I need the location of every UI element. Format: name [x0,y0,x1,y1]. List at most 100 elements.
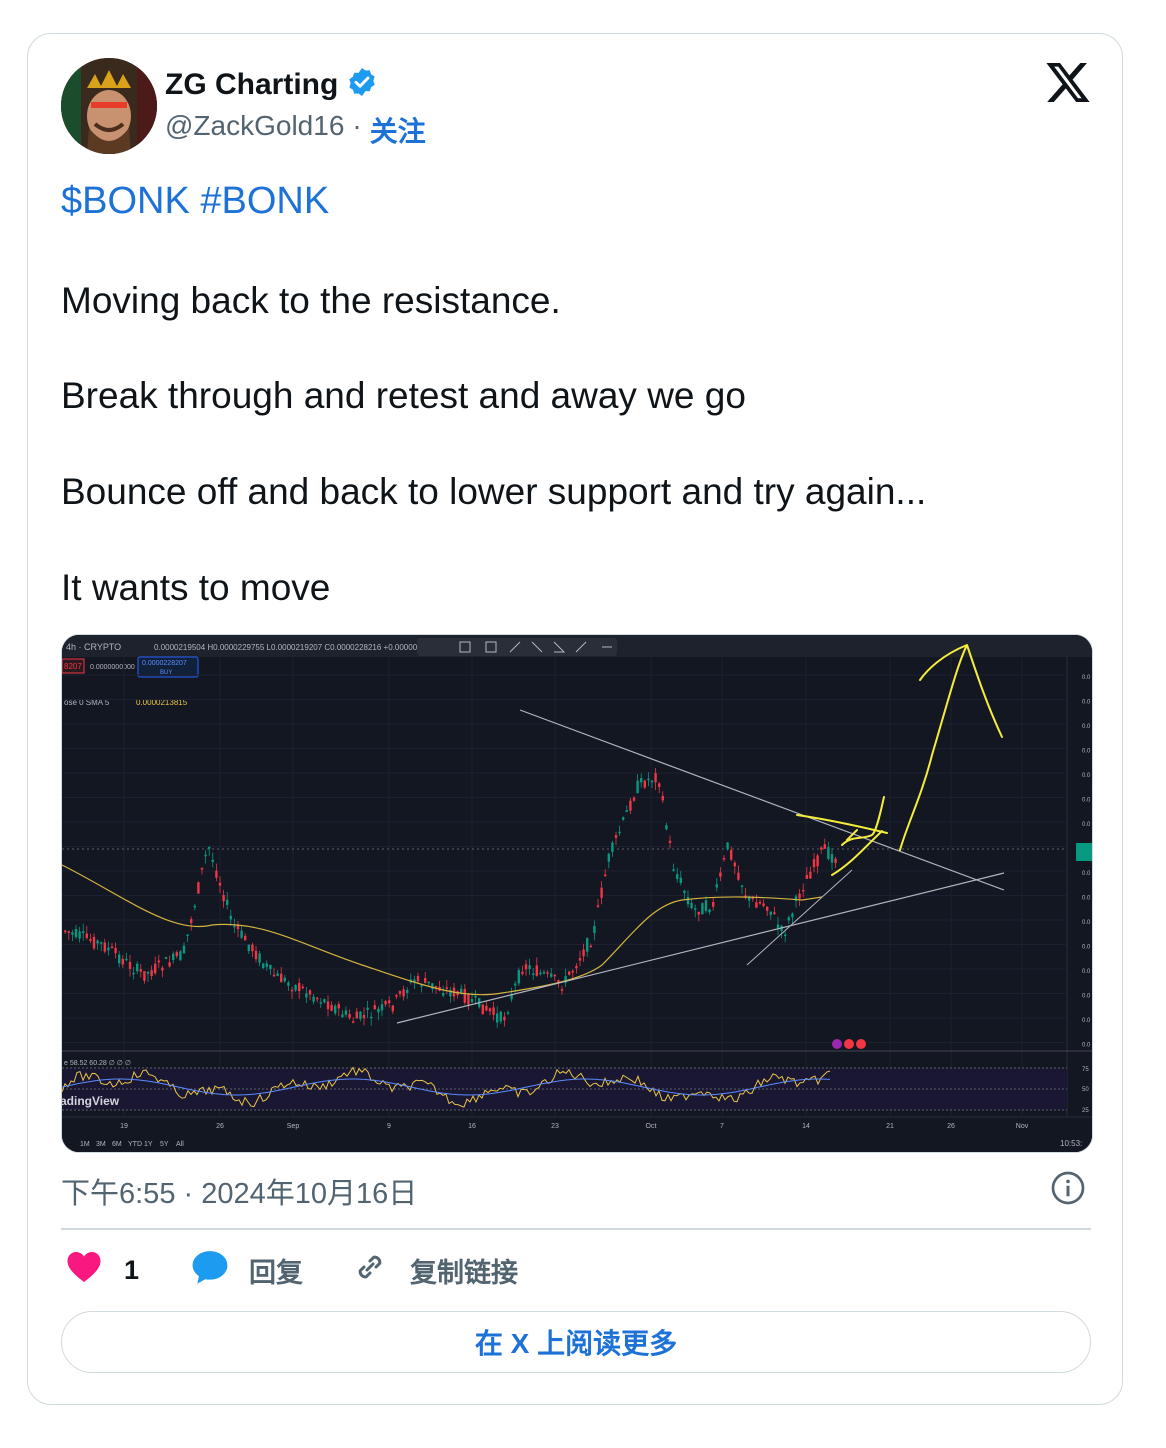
timeframe-button[interactable]: 3M [96,1141,106,1148]
candle-body [622,817,625,820]
candle-body [294,984,297,991]
candle-body [654,773,657,783]
candle-body [240,930,243,938]
cashtag-hashtag-links[interactable]: $BONK #BONK [61,180,329,223]
candle-body [85,933,88,939]
candle-body [398,991,402,995]
candle-body [528,965,531,970]
candle-body [697,911,700,915]
candle-body [139,969,142,972]
candle-body [593,925,596,934]
follow-button[interactable]: 关注 [370,110,426,150]
candle-body [146,971,150,974]
copy-link-button[interactable]: 复制链接 [352,1248,518,1292]
timeframe-button[interactable]: 1M [80,1141,90,1148]
candle-body [305,993,308,998]
timeframe-button[interactable]: 5Y [160,1141,169,1148]
x-logo-icon[interactable] [1044,58,1092,106]
candle-body [568,971,571,975]
candle-body [614,835,618,838]
sell-price[interactable]: 8207 [64,662,82,671]
current-price-tag [1076,843,1092,861]
like-button[interactable]: 1 [66,1248,139,1292]
candle-body [629,800,632,811]
price-axis-tick: 0.0 [1082,969,1091,975]
candle-body [427,981,430,984]
price-axis-tick: 0.0 [1082,994,1091,1000]
candle-body [805,874,808,879]
candle-body [359,1011,362,1019]
rsi-axis-tick: 25 [1082,1108,1089,1114]
candle-body [834,858,837,864]
price-axis-tick: 0.0 [1082,1043,1091,1049]
candle-body [643,780,646,788]
read-more-on-x-button[interactable]: 在 X 上阅读更多 [61,1311,1091,1373]
candle-body [118,954,121,964]
tweet-timestamp[interactable]: 下午6:55 · 2024年10月16日 [61,1170,417,1212]
candle-body [679,877,682,884]
candle-body [179,951,182,961]
author-name[interactable]: ZG Charting [165,68,338,102]
author-name-row[interactable]: ZG Charting [165,66,378,103]
time-axis-tick: 23 [551,1123,559,1130]
candle-body [384,1001,387,1005]
candle-body [445,987,448,989]
chart-screenshot[interactable]: 4h · CRYPTO 0.0000219504 H0.0000229755 L… [61,634,1093,1153]
info-icon[interactable] [1050,1170,1086,1206]
candle-body [492,1007,495,1015]
drawing-toolbar[interactable] [417,638,617,656]
candle-body [640,778,643,783]
candle-body [632,797,636,801]
candle-body [589,945,592,948]
candle-body [474,995,477,998]
candle-body [701,903,704,915]
candle-body [722,858,726,860]
spread-value: 0.0000000000 [90,664,135,671]
candle-body [607,853,610,862]
candle-body [272,974,276,977]
candle-body [280,973,283,983]
candle-body [395,995,398,997]
chart-symbol-label: 4h · CRYPTO [66,642,121,652]
candle-body [636,780,639,794]
candle-body [668,840,672,843]
author-handle[interactable]: @ZackGold16 [165,110,344,150]
candle-body [402,989,405,997]
time-axis-tick: 16 [468,1123,476,1130]
divider [61,1228,1091,1230]
candle-body [596,905,600,907]
candle-body [650,780,654,783]
candle-body [488,1008,492,1012]
timeframe-button[interactable]: All [176,1141,184,1148]
candle-body [442,993,445,996]
candle-body [686,896,690,905]
candle-body [319,1002,322,1004]
candle-body [380,1004,384,1011]
candle-body [362,1015,366,1019]
time-axis-tick: 7 [720,1123,724,1130]
candle-body [553,974,556,977]
candle-body [517,970,520,984]
candle-body [571,970,574,973]
candle-body [690,902,693,909]
timeframe-button[interactable]: 6M [112,1141,122,1148]
candle-body [215,870,218,878]
candle-body [222,894,225,902]
timeframe-button[interactable]: 1Y [144,1141,153,1148]
candle-body [125,958,128,961]
candle-body [254,950,258,960]
candle-body [175,952,178,957]
candle-body [600,887,603,898]
candle-body [373,1005,376,1010]
separator-dot: · [352,110,362,141]
candle-body [812,859,816,868]
chart-ohlc-text: 0.0000219504 H0.0000229755 L0.0000219207… [154,643,418,652]
candle-body [388,1000,391,1004]
candle-body [560,989,564,991]
timeframe-button[interactable]: YTD [128,1141,142,1148]
candle-body [460,988,463,993]
reply-button[interactable]: 回复 [191,1248,303,1292]
buy-price[interactable]: 0.0000228207 [142,660,187,667]
author-avatar[interactable] [61,58,157,154]
price-axis-tick: 0.0 [1082,896,1091,902]
